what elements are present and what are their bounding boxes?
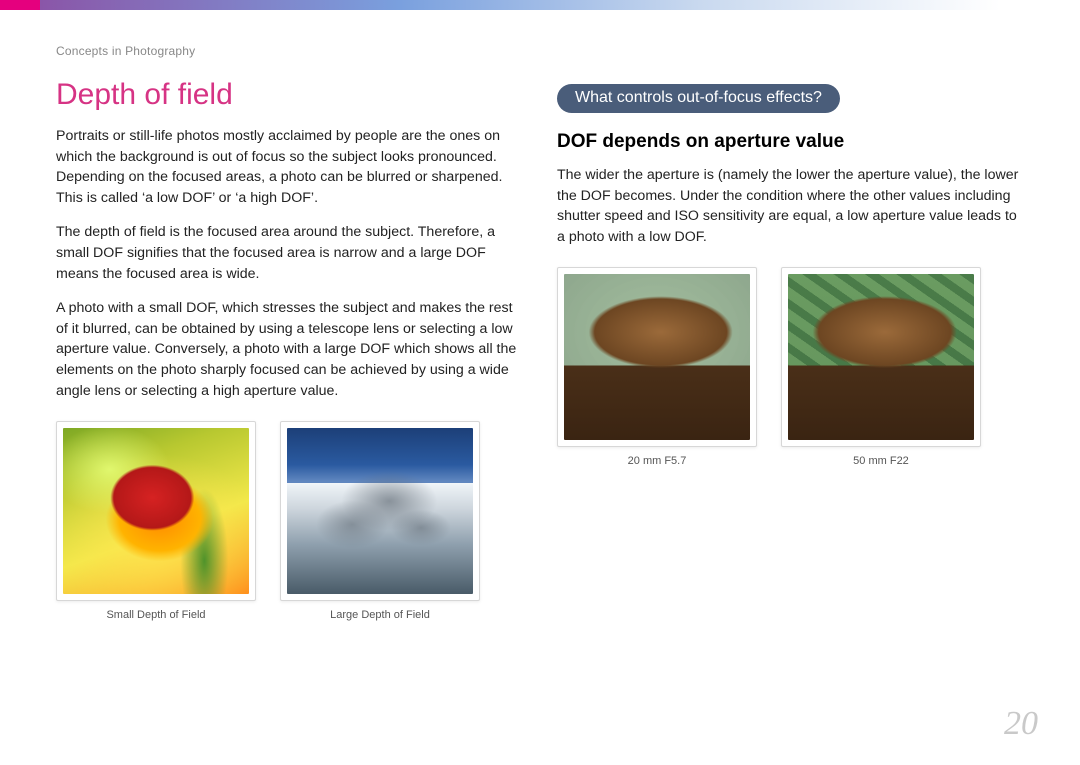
right-column: What controls out-of-focus effects? DOF … (557, 78, 1024, 705)
photo-frame (781, 267, 981, 447)
page-title: Depth of field (56, 78, 523, 112)
mountain-photo (287, 428, 473, 594)
tulip-photo (63, 428, 249, 594)
left-column: Depth of field Portraits or still-life p… (56, 78, 523, 705)
figure-aperture-low: 20 mm F5.7 (557, 267, 757, 467)
subheading-aperture: DOF depends on aperture value (557, 131, 1024, 153)
figure-large-dof: Large Depth of Field (280, 421, 480, 621)
breadcrumb: Concepts in Photography (56, 44, 195, 58)
photo-frame (557, 267, 757, 447)
page: Concepts in Photography Depth of field P… (0, 0, 1080, 765)
grinder-blurred-bg-photo (564, 274, 750, 440)
example-figure-row-dof: Small Depth of Field Large Depth of Fiel… (56, 421, 523, 621)
figure-small-dof: Small Depth of Field (56, 421, 256, 621)
header-gradient-strip (0, 0, 1080, 10)
intro-paragraph-1: Portraits or still-life photos mostly ac… (56, 126, 523, 208)
photo-frame (56, 421, 256, 601)
section-pill: What controls out-of-focus effects? (557, 84, 840, 113)
grinder-sharp-bg-photo (788, 274, 974, 440)
figure-caption: Small Depth of Field (106, 609, 205, 621)
figure-caption: 50 mm F22 (853, 455, 909, 467)
intro-paragraph-2: The depth of field is the focused area a… (56, 222, 523, 284)
page-number: 20 (1004, 705, 1038, 743)
figure-aperture-high: 50 mm F22 (781, 267, 981, 467)
aperture-paragraph: The wider the aperture is (namely the lo… (557, 165, 1024, 247)
example-figure-row-aperture: 20 mm F5.7 50 mm F22 (557, 267, 1024, 467)
figure-caption: 20 mm F5.7 (628, 455, 687, 467)
photo-frame (280, 421, 480, 601)
intro-paragraph-3: A photo with a small DOF, which stresses… (56, 298, 523, 401)
content-columns: Depth of field Portraits or still-life p… (56, 78, 1024, 705)
figure-caption: Large Depth of Field (330, 609, 430, 621)
